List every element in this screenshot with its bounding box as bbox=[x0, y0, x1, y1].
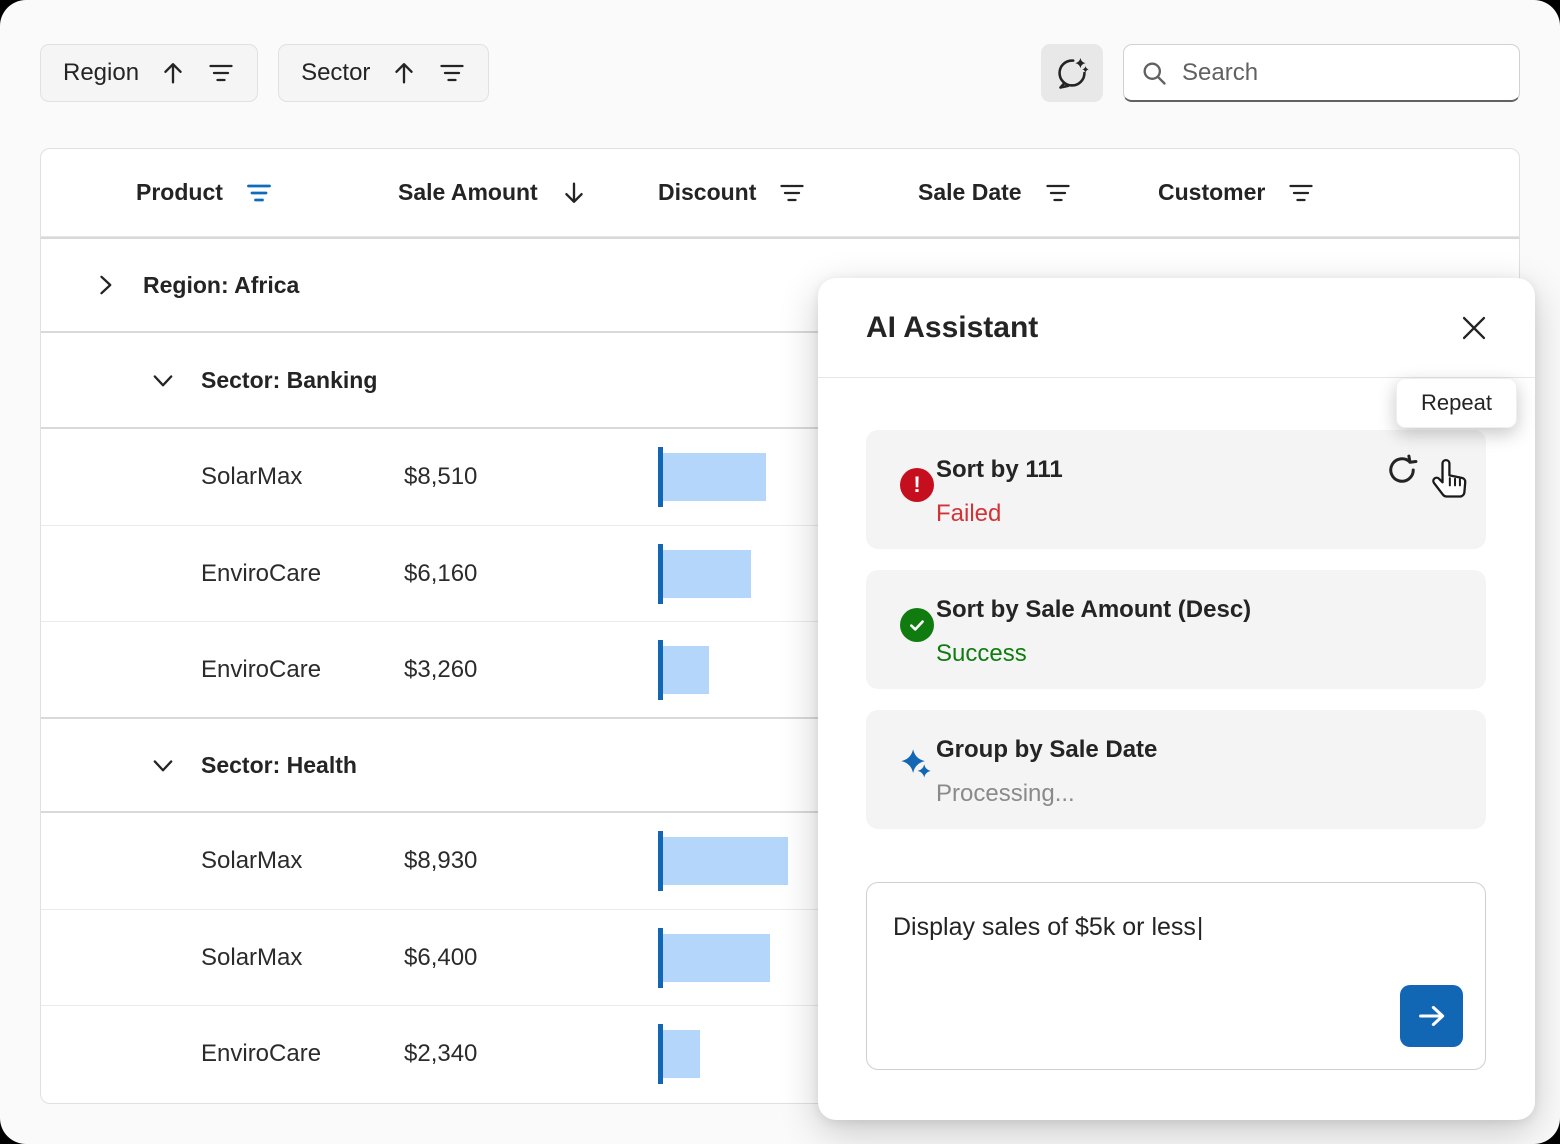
action-status: Failed bbox=[936, 500, 1001, 528]
discount-bar bbox=[663, 934, 770, 982]
send-arrow-icon bbox=[1415, 999, 1449, 1033]
column-label: Discount bbox=[658, 179, 756, 206]
column-header-customer[interactable]: Customer bbox=[1158, 179, 1519, 207]
discount-bar bbox=[663, 646, 709, 694]
action-status: Processing... bbox=[936, 780, 1075, 808]
column-header-product[interactable]: Product bbox=[136, 179, 398, 207]
cell-product: EnviroCare bbox=[136, 560, 398, 588]
action-label: Sort by 111 bbox=[936, 456, 1063, 484]
group-chip-region-label: Region bbox=[63, 59, 139, 87]
column-header-sale-date[interactable]: Sale Date bbox=[918, 179, 1158, 207]
cell-product: EnviroCare bbox=[136, 1040, 398, 1068]
error-icon: ! bbox=[900, 468, 934, 502]
cell-sale-amount: $8,510 bbox=[398, 463, 658, 491]
search-icon bbox=[1140, 59, 1168, 87]
expand-button[interactable] bbox=[91, 271, 119, 299]
filter-icon[interactable] bbox=[1287, 179, 1315, 207]
action-label: Group by Sale Date bbox=[936, 736, 1157, 764]
ai-action-list: ! Sort by 111 Failed bbox=[866, 430, 1486, 850]
close-panel-button[interactable] bbox=[1457, 311, 1491, 345]
ai-assistant-button[interactable] bbox=[1041, 44, 1103, 102]
group-chip-sector[interactable]: Sector bbox=[278, 44, 489, 102]
sparkle-icon bbox=[900, 748, 934, 782]
repeat-tooltip: Repeat bbox=[1396, 378, 1517, 428]
group-label: Sector: Health bbox=[201, 752, 357, 779]
success-icon bbox=[900, 608, 934, 642]
filter-icon[interactable] bbox=[778, 179, 806, 207]
group-chip-region[interactable]: Region bbox=[40, 44, 258, 102]
ai-prompt-text: Display sales of $5k or less bbox=[893, 913, 1196, 941]
cell-product: SolarMax bbox=[136, 847, 398, 875]
toolbar: Region Sector bbox=[40, 44, 1520, 102]
cell-product: SolarMax bbox=[136, 463, 398, 491]
sort-ascending-icon bbox=[159, 59, 187, 87]
retry-button[interactable] bbox=[1384, 452, 1420, 488]
chevron-down-icon bbox=[149, 751, 177, 779]
ai-panel-header: AI Assistant bbox=[818, 278, 1535, 378]
discount-bar bbox=[663, 550, 751, 598]
group-chip-sector-label: Sector bbox=[301, 59, 370, 87]
column-label: Customer bbox=[1158, 179, 1265, 206]
filter-icon bbox=[438, 59, 466, 87]
filter-icon bbox=[207, 59, 235, 87]
filter-icon[interactable] bbox=[1044, 179, 1072, 207]
app-window: Region Sector bbox=[0, 0, 1560, 1144]
cell-sale-amount: $6,400 bbox=[398, 944, 658, 972]
chevron-down-icon bbox=[149, 366, 177, 394]
column-label: Sale Amount bbox=[398, 179, 538, 206]
sort-ascending-icon bbox=[390, 59, 418, 87]
ai-assistant-panel: AI Assistant Repeat ! Sort by 111 Failed bbox=[818, 278, 1535, 1120]
action-label: Sort by Sale Amount (Desc) bbox=[936, 596, 1251, 624]
close-icon bbox=[1457, 311, 1491, 345]
cell-sale-amount: $2,340 bbox=[398, 1040, 658, 1068]
action-status: Success bbox=[936, 640, 1027, 668]
ai-action-card-processing: Group by Sale Date Processing... bbox=[866, 710, 1486, 829]
refresh-icon bbox=[1384, 452, 1420, 488]
send-button[interactable] bbox=[1400, 985, 1463, 1047]
column-label: Sale Date bbox=[918, 179, 1022, 206]
discount-bar bbox=[663, 1030, 700, 1078]
discount-bar bbox=[663, 453, 766, 501]
cell-sale-amount: $8,930 bbox=[398, 847, 658, 875]
collapse-button[interactable] bbox=[149, 366, 177, 394]
group-label: Sector: Banking bbox=[201, 367, 377, 394]
column-header-sale-amount[interactable]: Sale Amount bbox=[398, 179, 658, 207]
collapse-button[interactable] bbox=[149, 751, 177, 779]
search-box[interactable] bbox=[1123, 44, 1520, 102]
cell-sale-amount: $6,160 bbox=[398, 560, 658, 588]
group-label: Region: Africa bbox=[143, 272, 299, 299]
cursor-pointer-icon bbox=[1428, 456, 1474, 511]
discount-bar bbox=[663, 837, 788, 885]
cell-sale-amount: $3,260 bbox=[398, 656, 658, 684]
ai-prompt-input[interactable]: Display sales of $5k or less| bbox=[866, 882, 1486, 1070]
grid-header-row: Product Sale Amount Discount Sale Date bbox=[41, 149, 1519, 237]
text-caret: | bbox=[1197, 913, 1204, 942]
sort-descending-icon[interactable] bbox=[560, 179, 588, 207]
filter-icon-active[interactable] bbox=[245, 179, 273, 207]
search-input[interactable] bbox=[1180, 58, 1503, 88]
ai-panel-title: AI Assistant bbox=[866, 311, 1457, 345]
cell-product: EnviroCare bbox=[136, 656, 398, 684]
ai-action-card-failed: ! Sort by 111 Failed bbox=[866, 430, 1486, 549]
column-label: Product bbox=[136, 179, 223, 206]
chat-sparkle-icon bbox=[1054, 55, 1090, 91]
cell-product: SolarMax bbox=[136, 944, 398, 972]
chevron-right-icon bbox=[91, 271, 119, 299]
ai-action-card-success: Sort by Sale Amount (Desc) Success bbox=[866, 570, 1486, 689]
column-header-discount[interactable]: Discount bbox=[658, 179, 918, 207]
